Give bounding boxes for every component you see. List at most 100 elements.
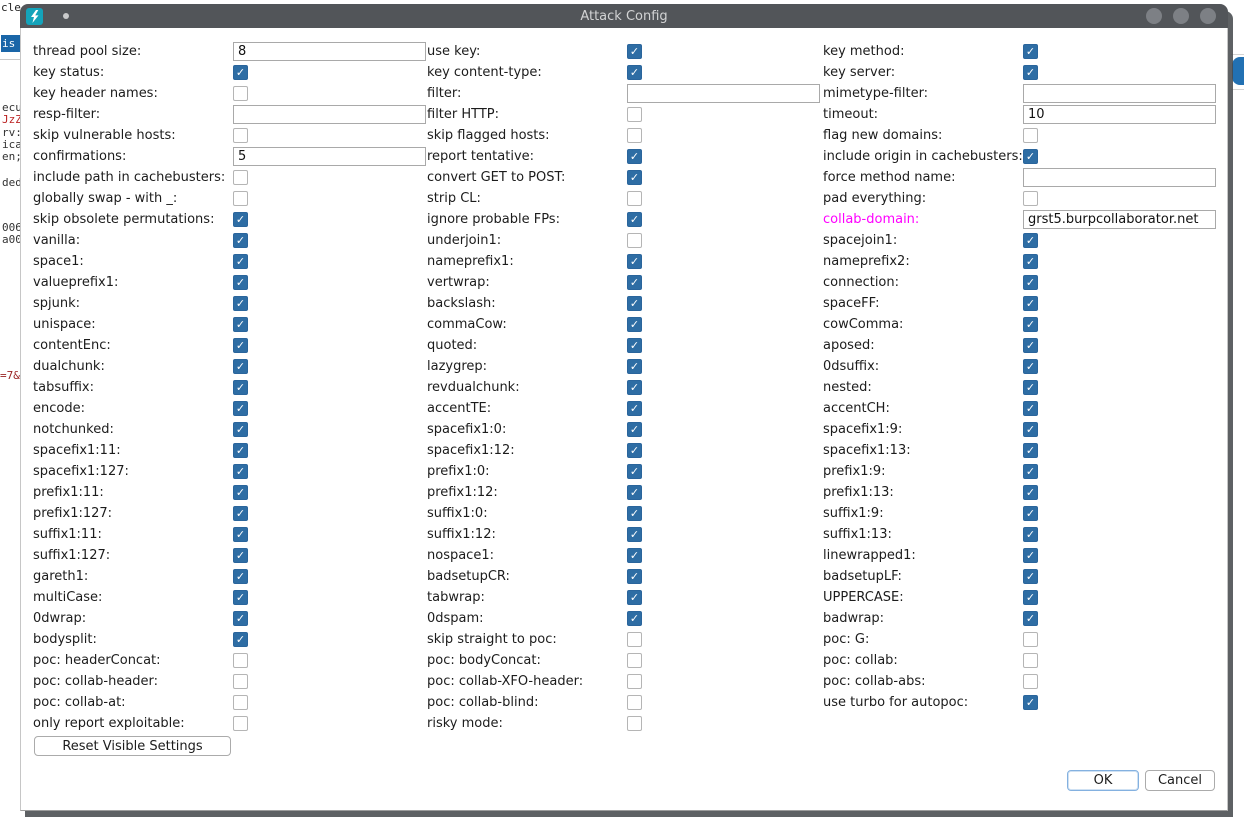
checkbox-poc-headerconcat[interactable] xyxy=(233,653,248,668)
checkbox-0dsuffix[interactable]: ✓ xyxy=(1023,359,1038,374)
checkbox-poc-collab-blind[interactable] xyxy=(627,695,642,710)
window-minimize-button[interactable] xyxy=(1146,8,1162,24)
checkbox-connection[interactable]: ✓ xyxy=(1023,275,1038,290)
checkbox-revdualchunk[interactable]: ✓ xyxy=(627,380,642,395)
checkbox-0dspam[interactable]: ✓ xyxy=(627,611,642,626)
checkbox-key-server[interactable]: ✓ xyxy=(1023,65,1038,80)
window-maximize-button[interactable] xyxy=(1173,8,1189,24)
input-resp-filter[interactable] xyxy=(233,105,426,124)
checkbox-skip-straight-to-poc[interactable] xyxy=(627,632,642,647)
checkbox-skip-flagged-hosts[interactable] xyxy=(627,128,642,143)
checkbox-suffix1-13[interactable]: ✓ xyxy=(1023,527,1038,542)
checkbox-report-tentative[interactable]: ✓ xyxy=(627,149,642,164)
input-mimetype-filter[interactable] xyxy=(1023,84,1216,103)
checkbox-include-origin-in-cachebusters[interactable]: ✓ xyxy=(1023,149,1038,164)
checkbox-valueprefix1[interactable]: ✓ xyxy=(233,275,248,290)
checkbox-prefix1-12[interactable]: ✓ xyxy=(627,485,642,500)
input-confirmations[interactable] xyxy=(233,147,426,166)
window-close-button[interactable] xyxy=(1200,8,1216,24)
checkbox-spaceff[interactable]: ✓ xyxy=(1023,296,1038,311)
checkbox-badsetuplf[interactable]: ✓ xyxy=(1023,569,1038,584)
checkbox-poc-bodyconcat[interactable] xyxy=(627,653,642,668)
checkbox-prefix1-9[interactable]: ✓ xyxy=(1023,464,1038,479)
checkbox-use-key[interactable]: ✓ xyxy=(627,44,642,59)
input-timeout[interactable] xyxy=(1023,105,1216,124)
input-thread-pool-size[interactable] xyxy=(233,42,426,61)
checkbox-poc-g[interactable] xyxy=(1023,632,1038,647)
checkbox-suffix1-11[interactable]: ✓ xyxy=(233,527,248,542)
checkbox-poc-collab-header[interactable] xyxy=(233,674,248,689)
checkbox-only-report-exploitable[interactable] xyxy=(233,716,248,731)
checkbox-badwrap[interactable]: ✓ xyxy=(1023,611,1038,626)
checkbox-spacefix1-0[interactable]: ✓ xyxy=(627,422,642,437)
checkbox-vanilla[interactable]: ✓ xyxy=(233,233,248,248)
checkbox-use-turbo-for-autopoc[interactable]: ✓ xyxy=(1023,695,1038,710)
checkbox-0dwrap[interactable]: ✓ xyxy=(233,611,248,626)
checkbox-poc-collab-abs[interactable] xyxy=(1023,674,1038,689)
checkbox-prefix1-13[interactable]: ✓ xyxy=(1023,485,1038,500)
checkbox-underjoin1[interactable] xyxy=(627,233,642,248)
checkbox-risky-mode[interactable] xyxy=(627,716,642,731)
checkbox-pad-everything[interactable] xyxy=(1023,191,1038,206)
checkbox-poc-collab[interactable] xyxy=(1023,653,1038,668)
checkbox-notchunked[interactable]: ✓ xyxy=(233,422,248,437)
checkbox-skip-vulnerable-hosts[interactable] xyxy=(233,128,248,143)
checkbox-key-header-names[interactable] xyxy=(233,86,248,101)
checkbox-aposed[interactable]: ✓ xyxy=(1023,338,1038,353)
checkbox-prefix1-0[interactable]: ✓ xyxy=(627,464,642,479)
checkbox-nospace1[interactable]: ✓ xyxy=(627,548,642,563)
checkbox-spacefix1-9[interactable]: ✓ xyxy=(1023,422,1038,437)
reset-visible-settings-button[interactable]: Reset Visible Settings xyxy=(34,736,231,756)
checkbox-tabsuffix[interactable]: ✓ xyxy=(233,380,248,395)
checkbox-commacow[interactable]: ✓ xyxy=(627,317,642,332)
checkbox-spacefix1-12[interactable]: ✓ xyxy=(627,443,642,458)
checkbox-tabwrap[interactable]: ✓ xyxy=(627,590,642,605)
input-collab-domain[interactable] xyxy=(1023,210,1216,229)
checkbox-nested[interactable]: ✓ xyxy=(1023,380,1038,395)
checkbox-gareth1[interactable]: ✓ xyxy=(233,569,248,584)
checkbox-suffix1-127[interactable]: ✓ xyxy=(233,548,248,563)
checkbox-key-method[interactable]: ✓ xyxy=(1023,44,1038,59)
checkbox-convert-get-to-post[interactable]: ✓ xyxy=(627,170,642,185)
checkbox-strip-cl[interactable] xyxy=(627,191,642,206)
checkbox-badsetupcr[interactable]: ✓ xyxy=(627,569,642,584)
checkbox-suffix1-12[interactable]: ✓ xyxy=(627,527,642,542)
cancel-button[interactable]: Cancel xyxy=(1145,770,1215,791)
dialog-titlebar[interactable]: Attack Config xyxy=(20,4,1228,28)
input-force-method-name[interactable] xyxy=(1023,168,1216,187)
checkbox-globally-swap-with[interactable] xyxy=(233,191,248,206)
checkbox-encode[interactable]: ✓ xyxy=(233,401,248,416)
checkbox-cowcomma[interactable]: ✓ xyxy=(1023,317,1038,332)
checkbox-bodysplit[interactable]: ✓ xyxy=(233,632,248,647)
checkbox-poc-collab-at[interactable] xyxy=(233,695,248,710)
input-filter[interactable] xyxy=(627,84,820,103)
checkbox-accentte[interactable]: ✓ xyxy=(627,401,642,416)
ok-button[interactable]: OK xyxy=(1067,770,1139,791)
checkbox-flag-new-domains[interactable] xyxy=(1023,128,1038,143)
checkbox-linewrapped1[interactable]: ✓ xyxy=(1023,548,1038,563)
checkbox-spacefix1-11[interactable]: ✓ xyxy=(233,443,248,458)
checkbox-accentch[interactable]: ✓ xyxy=(1023,401,1038,416)
checkbox-poc-collab-xfo-header[interactable] xyxy=(627,674,642,689)
checkbox-nameprefix1[interactable]: ✓ xyxy=(627,254,642,269)
checkbox-prefix1-11[interactable]: ✓ xyxy=(233,485,248,500)
checkbox-uppercase[interactable]: ✓ xyxy=(1023,590,1038,605)
checkbox-key-status[interactable]: ✓ xyxy=(233,65,248,80)
checkbox-quoted[interactable]: ✓ xyxy=(627,338,642,353)
checkbox-backslash[interactable]: ✓ xyxy=(627,296,642,311)
checkbox-unispace[interactable]: ✓ xyxy=(233,317,248,332)
checkbox-spjunk[interactable]: ✓ xyxy=(233,296,248,311)
checkbox-spacejoin1[interactable]: ✓ xyxy=(1023,233,1038,248)
checkbox-nameprefix2[interactable]: ✓ xyxy=(1023,254,1038,269)
checkbox-spacefix1-13[interactable]: ✓ xyxy=(1023,443,1038,458)
checkbox-space1[interactable]: ✓ xyxy=(233,254,248,269)
checkbox-contentenc[interactable]: ✓ xyxy=(233,338,248,353)
checkbox-prefix1-127[interactable]: ✓ xyxy=(233,506,248,521)
checkbox-include-path-in-cachebusters[interactable] xyxy=(233,170,248,185)
checkbox-dualchunk[interactable]: ✓ xyxy=(233,359,248,374)
checkbox-filter-http[interactable] xyxy=(627,107,642,122)
checkbox-multicase[interactable]: ✓ xyxy=(233,590,248,605)
checkbox-lazygrep[interactable]: ✓ xyxy=(627,359,642,374)
checkbox-spacefix1-127[interactable]: ✓ xyxy=(233,464,248,479)
checkbox-vertwrap[interactable]: ✓ xyxy=(627,275,642,290)
